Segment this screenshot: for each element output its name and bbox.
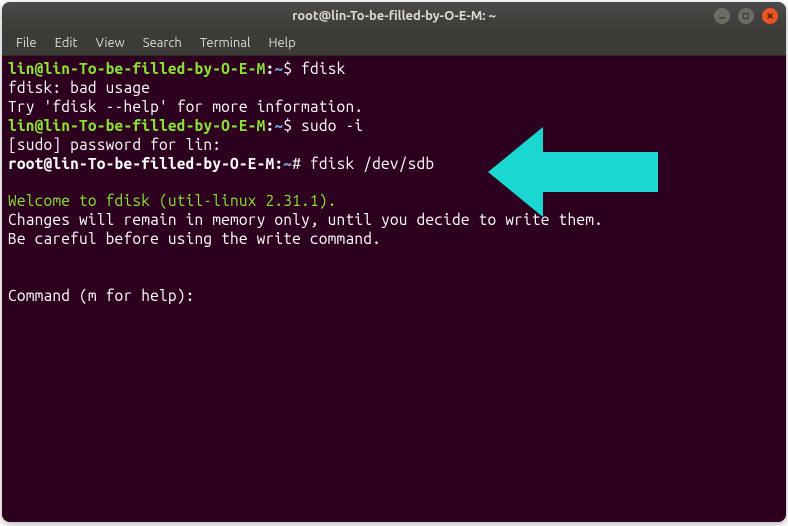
menubar: File Edit View Search Terminal Help [2, 30, 786, 56]
cwd: ~ [274, 117, 283, 134]
window-title: root@lin-To-be-filled-by-O-E-M: ~ [10, 9, 778, 23]
root-host: root@lin-To-be-filled-by-O-E-M [8, 155, 274, 172]
menu-terminal[interactable]: Terminal [192, 33, 259, 53]
fdisk-prompt: Command (m for help): [8, 287, 780, 306]
menu-help[interactable]: Help [260, 33, 303, 53]
terminal-output: Try 'fdisk --help' for more information. [8, 98, 780, 117]
prompt-symbol: $ [283, 117, 301, 134]
titlebar: root@lin-To-be-filled-by-O-E-M: ~ [2, 2, 786, 30]
terminal-output: Be careful before using the write comman… [8, 230, 780, 249]
terminal-body[interactable]: lin@lin-To-be-filled-by-O-E-M:~$ fdisk f… [2, 56, 786, 522]
terminal-blank [8, 249, 780, 268]
user-host: lin@lin-To-be-filled-by-O-E-M [8, 60, 266, 77]
command-text: fdisk /dev/sdb [310, 155, 434, 172]
cwd: ~ [274, 60, 283, 77]
prompt-symbol: $ [283, 60, 301, 77]
terminal-window: root@lin-To-be-filled-by-O-E-M: ~ File E… [2, 2, 786, 522]
terminal-output: fdisk: bad usage [8, 79, 780, 98]
sep: : [274, 155, 283, 172]
user-host: lin@lin-To-be-filled-by-O-E-M [8, 117, 266, 134]
annotation-arrow-icon [488, 122, 668, 222]
maximize-icon [742, 12, 750, 20]
close-button[interactable] [762, 8, 778, 24]
terminal-line: lin@lin-To-be-filled-by-O-E-M:~$ fdisk [8, 60, 780, 79]
close-icon [766, 12, 774, 20]
menu-edit[interactable]: Edit [47, 33, 86, 53]
minimize-button[interactable] [714, 8, 730, 24]
terminal-blank [8, 268, 780, 287]
menu-view[interactable]: View [88, 33, 133, 53]
maximize-button[interactable] [738, 8, 754, 24]
command-text: sudo -i [301, 117, 363, 134]
minimize-icon [718, 12, 726, 20]
window-controls [714, 8, 778, 24]
command-text: fdisk [301, 60, 345, 77]
menu-search[interactable]: Search [135, 33, 190, 53]
cwd: ~ [283, 155, 292, 172]
prompt-symbol: # [292, 155, 310, 172]
menu-file[interactable]: File [8, 33, 45, 53]
